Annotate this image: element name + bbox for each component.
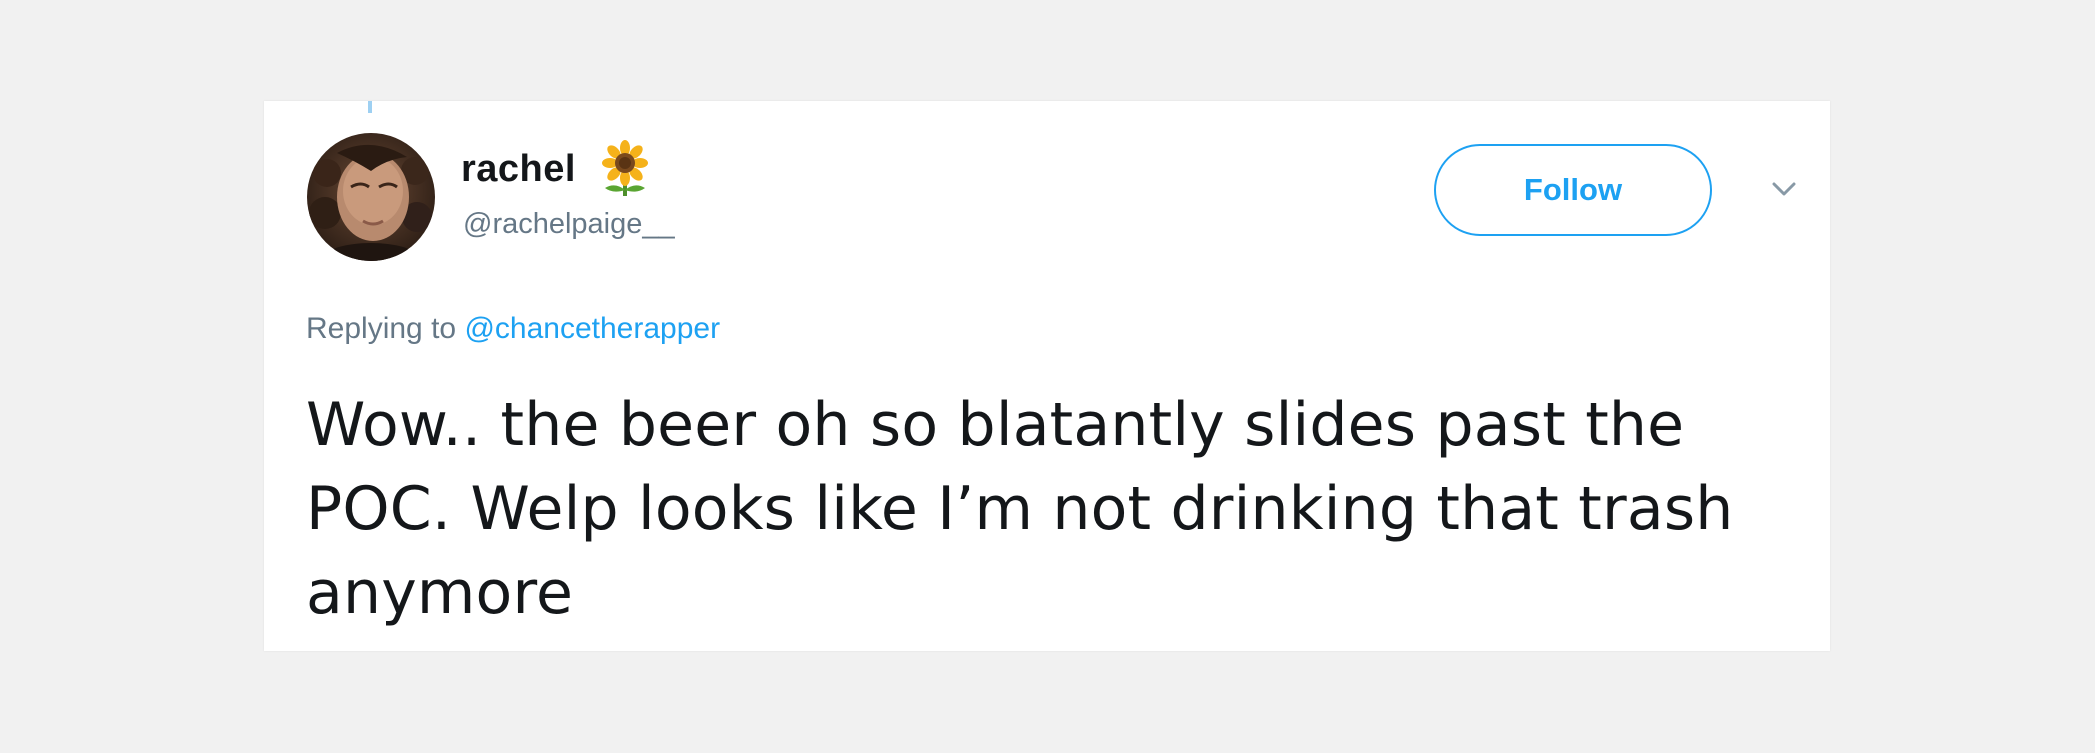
avatar-image — [307, 133, 435, 261]
tweet-text: Wow.. the beer oh so blatantly slides pa… — [306, 390, 1734, 628]
author-display-name[interactable]: rachel — [461, 148, 576, 191]
thread-connector — [368, 101, 372, 113]
follow-button[interactable]: Follow — [1434, 144, 1712, 236]
author-name-row[interactable]: rachel — [461, 140, 654, 198]
sunflower-icon — [596, 140, 654, 198]
replying-to: Replying to @chancetherapper — [306, 312, 720, 346]
chevron-down-icon[interactable] — [1764, 169, 1804, 209]
avatar[interactable] — [307, 133, 435, 261]
tweet-card: rachel @rachelpaige__ Follow Replying to… — [264, 101, 1830, 651]
reply-mention-link[interactable]: @chancetherapper — [464, 312, 720, 345]
replying-to-label: Replying to — [306, 312, 457, 345]
author-handle[interactable]: @rachelpaige__ — [463, 208, 675, 241]
